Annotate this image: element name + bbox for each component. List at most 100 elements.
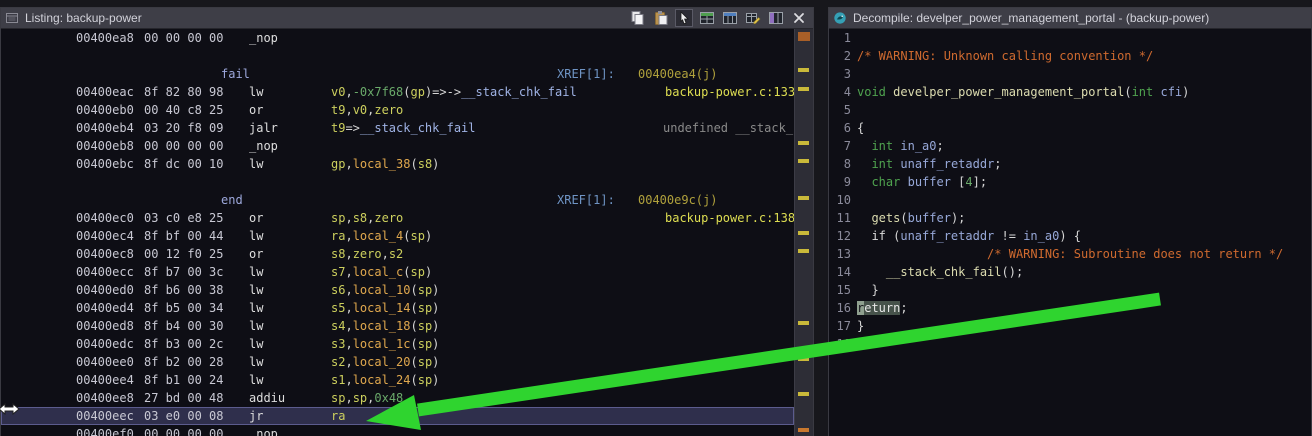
decompile-line[interactable]: 9 char buffer [4]; — [829, 173, 1311, 191]
address[interactable]: 00400eb8 — [76, 137, 134, 155]
mnemonic[interactable]: lw — [249, 263, 263, 281]
operand-token[interactable]: sp — [331, 211, 345, 225]
address[interactable]: 00400eb0 — [76, 101, 134, 119]
operand-token[interactable]: ( — [410, 337, 417, 351]
code-token[interactable]: ); — [951, 211, 965, 225]
code-token[interactable]: ; — [900, 301, 907, 315]
operand-token[interactable]: , — [345, 211, 352, 225]
listing-row[interactable]: 00400ef000 00 00 00_nop — [1, 425, 794, 436]
operand-token[interactable]: )=>-> — [425, 85, 461, 99]
bytes[interactable]: 00 00 00 00 — [144, 137, 223, 155]
address[interactable]: 00400ee0 — [76, 353, 134, 371]
code-token[interactable] — [857, 175, 871, 189]
operand-token[interactable]: local_38 — [353, 157, 411, 171]
nav-marker[interactable] — [798, 392, 809, 396]
marker-column[interactable] — [794, 29, 813, 436]
decompile-line[interactable]: 13 /* WARNING: Subroutine does not retur… — [829, 245, 1311, 263]
nav-marker[interactable] — [798, 87, 809, 91]
code-token[interactable]: ; — [994, 157, 1001, 171]
operand-token[interactable]: , — [345, 283, 352, 297]
address[interactable]: 00400ec0 — [76, 209, 134, 227]
operand-token[interactable]: ( — [403, 229, 410, 243]
operand-token[interactable]: sp — [418, 283, 432, 297]
operand-token[interactable]: ( — [410, 319, 417, 333]
code-token[interactable]: (); — [1002, 265, 1024, 279]
mnemonic[interactable]: lw — [249, 317, 263, 335]
address[interactable]: 00400ed8 — [76, 317, 134, 335]
operand-token[interactable]: , — [345, 319, 352, 333]
mnemonic[interactable]: _nop — [249, 425, 278, 436]
listing-row[interactable]: 00400ec800 12 f0 25ors8,zero,s2 — [1, 245, 794, 263]
code-token[interactable]: eturn — [864, 301, 900, 315]
operand-token[interactable]: 0x48 — [374, 391, 403, 405]
code-token[interactable]: ) { — [1059, 229, 1081, 243]
bytes[interactable]: 8f b1 00 24 — [144, 371, 223, 389]
operand-token[interactable]: ) — [425, 229, 432, 243]
operand-token[interactable]: s7 — [331, 265, 345, 279]
bytes[interactable]: 8f b2 00 28 — [144, 353, 223, 371]
bytes[interactable]: 03 c0 e8 25 — [144, 209, 223, 227]
bytes[interactable]: 03 e0 00 08 — [144, 407, 223, 425]
address[interactable]: 00400eec — [76, 407, 134, 425]
address[interactable]: 00400ee8 — [76, 389, 134, 407]
format-columns-icon[interactable] — [768, 10, 784, 26]
operand-token[interactable]: ( — [410, 373, 417, 387]
operand-token[interactable]: ( — [410, 157, 417, 171]
code-token[interactable]: ]; — [973, 175, 987, 189]
address[interactable]: 00400ec8 — [76, 245, 134, 263]
listing-row[interactable]: 00400eb800 00 00 00_nop — [1, 137, 794, 155]
operand-token[interactable]: , — [345, 247, 352, 261]
code-token[interactable]: ; — [937, 139, 944, 153]
label-fail[interactable]: fail — [221, 65, 250, 83]
code-token[interactable] — [857, 229, 871, 243]
nav-marker[interactable] — [798, 321, 809, 325]
operand-token[interactable]: s8 — [331, 247, 345, 261]
operand-token[interactable]: sp — [331, 391, 345, 405]
bytes[interactable]: 8f b4 00 30 — [144, 317, 223, 335]
bytes[interactable]: 00 40 c8 25 — [144, 101, 223, 119]
listing-row[interactable]: 00400eec03 e0 00 08jrra — [1, 407, 794, 425]
copy-icon[interactable] — [630, 10, 646, 26]
operand-token[interactable]: __stack_chk_fail — [360, 121, 476, 135]
operand-token[interactable]: sp — [418, 355, 432, 369]
address[interactable]: 00400eb4 — [76, 119, 134, 137]
address[interactable]: 00400ec4 — [76, 227, 134, 245]
operand-token[interactable]: t9 — [331, 121, 345, 135]
bytes[interactable]: 8f bf 00 44 — [144, 227, 223, 245]
mnemonic[interactable]: lw — [249, 227, 263, 245]
bytes[interactable]: 00 00 00 00 — [144, 29, 223, 47]
operand-token[interactable]: t9 — [331, 103, 345, 117]
operand-token[interactable]: ( — [410, 301, 417, 315]
operand-token[interactable]: , — [345, 373, 352, 387]
operand-token[interactable]: ) — [432, 373, 439, 387]
nav-marker[interactable] — [798, 32, 810, 41]
decompile-line[interactable]: 7 int in_a0; — [829, 137, 1311, 155]
operand-token[interactable]: ) — [432, 301, 439, 315]
register-view-icon[interactable] — [722, 10, 738, 26]
code-token[interactable]: unaff_retaddr — [900, 157, 994, 171]
bytes[interactable]: 00 12 f0 25 — [144, 245, 223, 263]
operand-token[interactable]: local_1c — [353, 337, 411, 351]
operand-token[interactable]: local_c — [353, 265, 404, 279]
code-token[interactable]: != — [994, 229, 1023, 243]
close-icon[interactable] — [791, 10, 807, 26]
address[interactable]: 00400edc — [76, 335, 134, 353]
bytes[interactable]: 00 00 00 00 — [144, 425, 223, 436]
operand-token[interactable]: local_20 — [353, 355, 411, 369]
operand-token[interactable]: sp — [418, 337, 432, 351]
address[interactable]: 00400ecc — [76, 263, 134, 281]
label-end[interactable]: end — [221, 191, 243, 209]
code-token[interactable]: void — [857, 85, 886, 99]
listing-row[interactable]: 00400ee827 bd 00 48addiusp,sp,0x48 — [1, 389, 794, 407]
code-token[interactable]: buffer — [908, 175, 951, 189]
code-token[interactable] — [857, 139, 871, 153]
operand-token[interactable]: => — [345, 121, 359, 135]
bytes[interactable]: 8f b6 00 38 — [144, 281, 223, 299]
mnemonic[interactable]: lw — [249, 83, 263, 101]
mnemonic[interactable]: lw — [249, 335, 263, 353]
nav-marker[interactable] — [798, 159, 809, 163]
decompile-line[interactable]: 15 } — [829, 281, 1311, 299]
decompile-line[interactable]: 5 — [829, 101, 1311, 119]
mnemonic[interactable]: lw — [249, 281, 263, 299]
address[interactable]: 00400eac — [76, 83, 134, 101]
